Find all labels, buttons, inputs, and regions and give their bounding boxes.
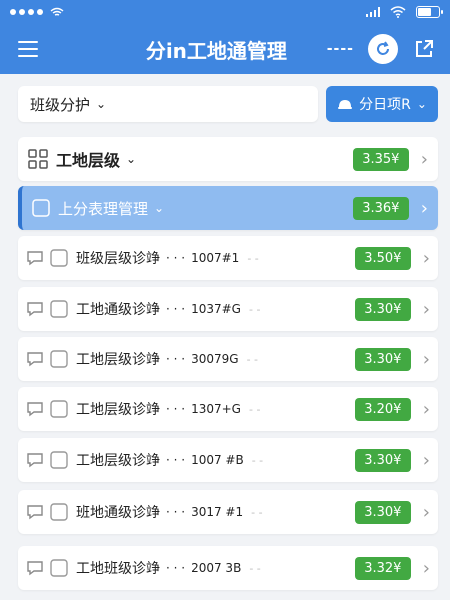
more-button[interactable]: ---- (327, 41, 354, 57)
export-button[interactable] (412, 37, 436, 61)
chevron-right-icon[interactable]: › (423, 248, 430, 269)
item-name: 工地层级诊竫 (76, 402, 160, 418)
item-name: 工地层级诊竫 (76, 352, 160, 368)
list-item[interactable]: 班地通级诊竫 · · · 3017 #1 - - 3.30¥ › (18, 490, 438, 534)
item-dots: · · · (166, 352, 186, 366)
item-code: 1307+G (191, 402, 241, 416)
item-dash: - - (251, 453, 264, 467)
checkbox-icon[interactable] (50, 400, 68, 418)
date-filter-button[interactable]: 分日项R ⌄ (326, 86, 438, 122)
checkbox-icon[interactable] (50, 451, 68, 469)
export-icon (416, 40, 433, 57)
chevron-right-icon: › (420, 197, 428, 219)
class-filter-select[interactable]: 班级分护 ⌄ (18, 86, 318, 122)
group-label: 工地层级 (56, 151, 121, 170)
price-badge: 3.20¥ (354, 397, 411, 421)
item-name: 班级层级诊竫 (76, 251, 160, 267)
item-code: 3017 #1 (191, 505, 244, 519)
chevron-down-icon: ⌄ (96, 97, 107, 111)
checkbox-icon[interactable] (50, 350, 68, 368)
list-item[interactable]: 工地通级诊竫 · · · 1037#G - - 3.30¥ › (18, 287, 438, 331)
chevron-right-icon: › (420, 148, 428, 170)
refresh-button[interactable] (368, 34, 398, 64)
filter-bar: 班级分护 ⌄ 分日项R ⌄ (18, 84, 438, 124)
chevron-down-icon: ⌄ (154, 201, 165, 215)
refresh-icon (377, 41, 389, 55)
menu-button[interactable] (0, 24, 56, 74)
price-badge: 3.30¥ (354, 297, 411, 321)
item-dash: - - (249, 561, 261, 575)
item-code: 1007#1 (191, 251, 240, 265)
group-row-table-management[interactable]: 上分表理管理 ⌄ 3.36¥ › (18, 186, 438, 230)
cell-signal-icon (366, 7, 380, 17)
checkbox-icon[interactable] (50, 300, 68, 318)
list-item[interactable]: 工地层级诊竫 · · · 1307+G - - 3.20¥ › (18, 387, 438, 431)
battery-icon (416, 6, 443, 18)
item-dots: · · · (166, 402, 186, 416)
chevron-down-icon: ⌄ (416, 97, 427, 111)
price-badge: 3.30¥ (354, 347, 411, 371)
item-dots: · · · (166, 302, 186, 316)
helmet-icon (338, 100, 353, 109)
item-dots: · · · (166, 251, 186, 265)
grid-icon (28, 149, 48, 169)
comment-icon[interactable] (26, 249, 44, 267)
item-code: 2007 3B (191, 561, 242, 575)
comment-icon[interactable] (26, 503, 44, 521)
chevron-right-icon[interactable]: › (423, 502, 430, 523)
price-badge: 3.36¥ (352, 196, 409, 220)
item-dash: - - (246, 352, 258, 366)
comment-icon[interactable] (26, 559, 44, 577)
item-code: 1037#G (191, 302, 241, 316)
chevron-right-icon[interactable]: › (423, 349, 430, 370)
chevron-right-icon[interactable]: › (423, 299, 430, 320)
price-badge: 3.30¥ (354, 448, 411, 472)
price-badge: 3.30¥ (354, 500, 411, 524)
comment-icon[interactable] (26, 300, 44, 318)
signal-icon (10, 7, 64, 17)
list-item[interactable]: 工地层级诊竫 · · · 30079G - - 3.30¥ › (18, 337, 438, 381)
group-label: 上分表理管理 (58, 199, 149, 218)
checkbox-icon[interactable] (32, 199, 50, 217)
item-dash: - - (248, 402, 261, 416)
comment-icon[interactable] (26, 350, 44, 368)
comment-icon[interactable] (26, 400, 44, 418)
checkbox-icon[interactable] (50, 249, 68, 267)
status-bar (0, 0, 450, 24)
item-name: 班地通级诊竫 (76, 505, 160, 521)
item-name: 工地层级诊竫 (76, 453, 160, 469)
item-name: 工地通级诊竫 (76, 302, 160, 318)
page-title: 分in工地通管理 (145, 38, 287, 63)
price-badge: 3.32¥ (354, 556, 411, 580)
filter-button-label: 分日项R (359, 97, 411, 113)
item-dash: - - (248, 302, 261, 316)
list-item[interactable]: 工地层级诊竫 · · · 1007 #B - - 3.30¥ › (18, 438, 438, 482)
checkbox-icon[interactable] (50, 559, 68, 577)
list-item[interactable]: 班级层级诊竫 · · · 1007#1 - - 3.50¥ › (18, 236, 438, 280)
price-badge: 3.35¥ (352, 147, 409, 171)
list-item[interactable]: 工地班级诊竫 · · · 2007 3B - - 3.32¥ › (18, 546, 438, 590)
filter-select-label: 班级分护 (30, 95, 91, 114)
chevron-right-icon[interactable]: › (423, 558, 430, 579)
comment-icon[interactable] (26, 451, 44, 469)
chevron-down-icon: ⌄ (126, 152, 137, 166)
item-code: 1007 #B (191, 453, 244, 467)
wifi-icon (390, 6, 406, 18)
item-dash: - - (251, 505, 263, 519)
group-row-site-level[interactable]: 工地层级 ⌄ 3.35¥ › (18, 137, 438, 181)
chevron-right-icon[interactable]: › (423, 399, 430, 420)
item-code: 30079G (191, 352, 239, 366)
item-name: 工地班级诊竫 (76, 561, 160, 577)
checkbox-icon[interactable] (50, 503, 68, 521)
item-dots: · · · (166, 561, 186, 575)
item-dash: - - (247, 251, 259, 265)
chevron-right-icon[interactable]: › (423, 450, 430, 471)
item-dots: · · · (166, 505, 186, 519)
price-badge: 3.50¥ (354, 246, 411, 270)
item-dots: · · · (166, 453, 186, 467)
app-header: 分in工地通管理 ---- (0, 24, 450, 74)
